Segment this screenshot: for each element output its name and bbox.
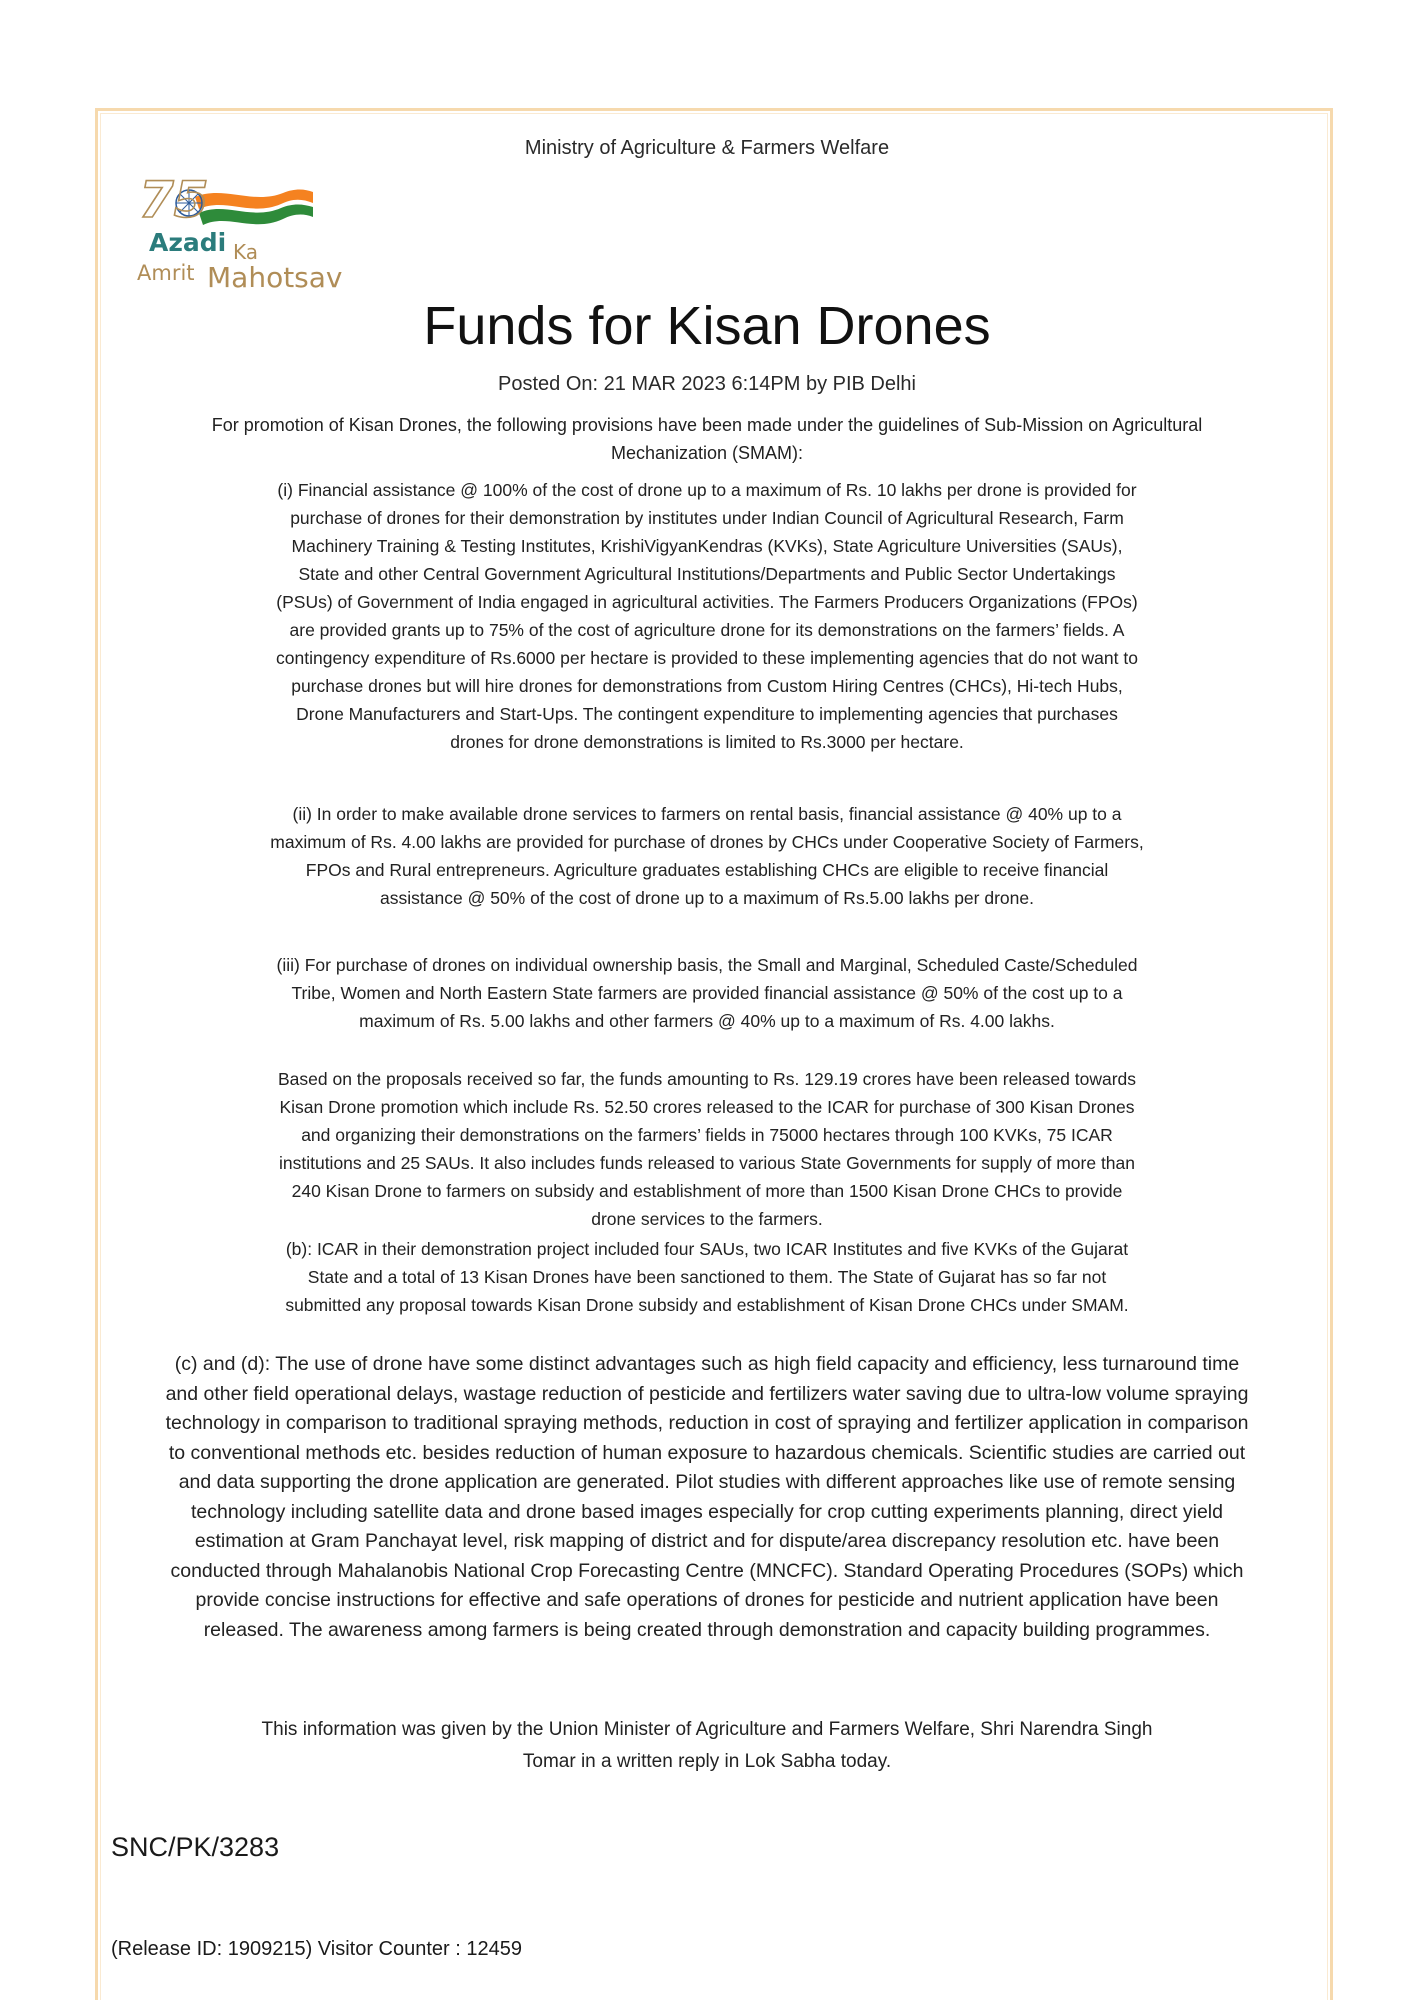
paragraph-i: (i) Financial assistance @ 100% of the c… <box>276 480 1138 752</box>
paragraph-info: This information was given by the Union … <box>261 1719 1153 1772</box>
logo-word-mahotsav: Mahotsav <box>207 261 343 294</box>
paragraph-iii: (iii) For purchase of drones on individu… <box>276 955 1138 1031</box>
paragraph-ii: (ii) In order to make available drone se… <box>270 804 1144 908</box>
page-title: Funds for Kisan Drones <box>423 296 991 356</box>
logo-number: 75 <box>139 171 209 229</box>
release-id-visitor-counter: (Release ID: 1909215) Visitor Counter : … <box>111 1938 522 1960</box>
posted-date: Posted On: 21 MAR 2023 6:14PM by PIB Del… <box>498 373 916 395</box>
azadi-ka-amrit-mahotsav-logo: 75 Azadi Ka Amrit Mahotsav <box>137 170 343 294</box>
intro-paragraph: For promotion of Kisan Drones, the follo… <box>211 415 1203 463</box>
reference-code: SNC/PK/3283 <box>111 1832 280 1862</box>
paragraph-c-d: (c) and (d): The use of drone have some … <box>165 1353 1249 1641</box>
ministry-name: Ministry of Agriculture & Farmers Welfar… <box>524 137 890 159</box>
paragraph-funds-released: Based on the proposals received so far, … <box>277 1069 1137 1229</box>
logo-word-azadi: Azadi <box>149 228 226 257</box>
paragraph-b: (b): ICAR in their demonstration project… <box>285 1239 1129 1315</box>
logo-word-amrit: Amrit <box>137 261 195 285</box>
